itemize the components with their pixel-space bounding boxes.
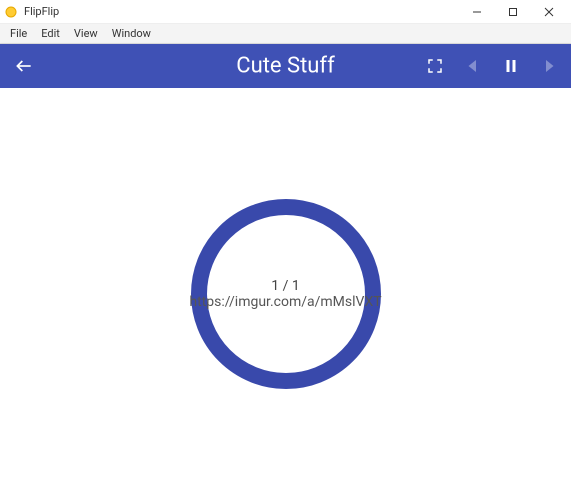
- content-area: 1 / 1 https://imgur.com/a/mMslVXT: [0, 88, 571, 500]
- app-icon: [4, 5, 18, 19]
- progress-counter: 1 / 1: [271, 278, 299, 294]
- window-controls: [459, 0, 567, 24]
- page-title: Cute Stuff: [236, 54, 334, 79]
- minimize-button[interactable]: [459, 0, 495, 24]
- menu-window[interactable]: Window: [108, 25, 155, 42]
- previous-button[interactable]: [461, 54, 485, 78]
- loading-indicator: 1 / 1 https://imgur.com/a/mMslVXT: [191, 199, 381, 389]
- next-button[interactable]: [537, 54, 561, 78]
- menu-edit[interactable]: Edit: [37, 25, 64, 42]
- fullscreen-button[interactable]: [423, 54, 447, 78]
- menu-view[interactable]: View: [70, 25, 102, 42]
- maximize-button[interactable]: [495, 0, 531, 24]
- menu-file[interactable]: File: [6, 25, 31, 42]
- close-button[interactable]: [531, 0, 567, 24]
- menubar: File Edit View Window: [0, 24, 571, 44]
- app-title: FlipFlip: [24, 5, 59, 18]
- window-titlebar: FlipFlip: [0, 0, 571, 24]
- appbar: Cute Stuff: [0, 44, 571, 88]
- back-button[interactable]: [10, 52, 38, 80]
- progress-url: https://imgur.com/a/mMslVXT: [189, 294, 381, 310]
- pause-button[interactable]: [499, 54, 523, 78]
